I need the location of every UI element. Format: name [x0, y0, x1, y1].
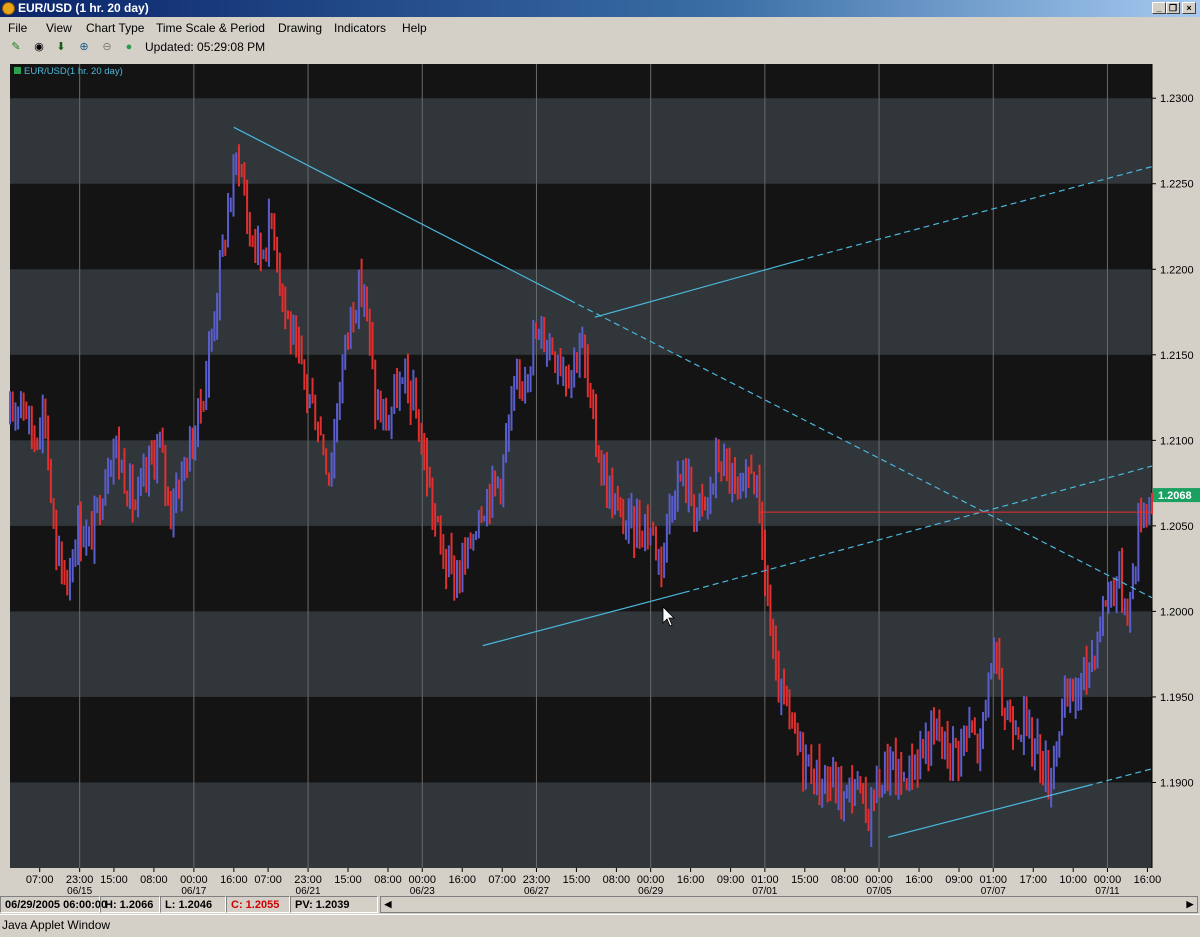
- x-tick-label: 16:00: [1134, 874, 1162, 886]
- status-bar: 06/29/2005 06:00:00 H: 1.2066 L: 1.2046 …: [0, 896, 1200, 914]
- x-tick-label: 08:00: [140, 874, 168, 886]
- x-tick-label: 23:00: [523, 874, 551, 886]
- applet-footer: Java Applet Window: [0, 914, 1200, 937]
- status-pv: PV: 1.2039: [290, 896, 378, 913]
- x-tick-label: 15:00: [563, 874, 591, 886]
- x-tick-label: 00:00: [865, 874, 893, 886]
- price-band: [10, 269, 1152, 355]
- download-arrow-icon[interactable]: ⬇: [53, 40, 69, 54]
- x-tick-label: 00:00: [408, 874, 436, 886]
- x-date-label: 06/15: [67, 886, 92, 896]
- window-title: EUR/USD (1 hr. 20 day): [18, 1, 149, 15]
- y-tick-label: 1.2250: [1160, 179, 1194, 191]
- x-tick-label: 07:00: [26, 874, 54, 886]
- x-tick-label: 00:00: [637, 874, 665, 886]
- x-tick-label: 08:00: [374, 874, 402, 886]
- x-date-label: 07/05: [867, 886, 892, 896]
- horizontal-scrollbar[interactable]: ◀ ▶: [380, 896, 1198, 913]
- x-tick-label: 17:00: [1019, 874, 1047, 886]
- x-tick-label: 15:00: [100, 874, 128, 886]
- x-tick-label: 08:00: [831, 874, 859, 886]
- refresh-dot-icon[interactable]: ●: [121, 40, 137, 54]
- legend-swatch: [14, 67, 21, 74]
- x-tick-label: 01:00: [979, 874, 1007, 886]
- status-low: L: 1.2046: [160, 896, 226, 913]
- x-tick-label: 01:00: [751, 874, 779, 886]
- status-close: C: 1.2055: [226, 896, 290, 913]
- y-tick-label: 1.2100: [1160, 435, 1194, 447]
- x-date-label: 07/07: [981, 886, 1006, 896]
- current-price-label: 1.2068: [1158, 490, 1192, 502]
- zoom-out-icon[interactable]: ⊖: [99, 40, 115, 54]
- y-tick-label: 1.2050: [1160, 521, 1194, 533]
- menu-bar: File View Chart Type Time Scale & Period…: [0, 18, 1200, 38]
- y-tick-label: 1.2300: [1160, 93, 1194, 105]
- scroll-left-icon[interactable]: ◀: [381, 897, 395, 912]
- window-titlebar: EUR/USD (1 hr. 20 day) _ ❐ ×: [0, 0, 1200, 17]
- x-tick-label: 09:00: [945, 874, 973, 886]
- target-icon[interactable]: ◉: [31, 40, 47, 54]
- x-tick-label: 15:00: [791, 874, 819, 886]
- legend-label: EUR/USD(1 hr. 20 day): [24, 66, 123, 77]
- y-tick-label: 1.2000: [1160, 606, 1194, 618]
- x-tick-label: 23:00: [294, 874, 322, 886]
- menu-help[interactable]: Help: [402, 21, 427, 35]
- x-tick-label: 00:00: [1094, 874, 1122, 886]
- restore-button[interactable]: ❐: [1166, 2, 1180, 14]
- price-band: [10, 611, 1152, 697]
- scroll-right-icon[interactable]: ▶: [1183, 897, 1197, 912]
- x-tick-label: 10:00: [1059, 874, 1087, 886]
- x-date-label: 07/01: [752, 886, 777, 896]
- x-date-label: 07/11: [1095, 886, 1120, 896]
- x-tick-label: 07:00: [254, 874, 282, 886]
- trendline-pen-icon[interactable]: ✎: [8, 40, 24, 54]
- updated-time: Updated: 05:29:08 PM: [145, 40, 266, 54]
- menu-drawing[interactable]: Drawing: [278, 21, 322, 35]
- zoom-in-icon[interactable]: ⊕: [76, 40, 92, 54]
- x-tick-label: 15:00: [334, 874, 362, 886]
- x-tick-label: 08:00: [603, 874, 631, 886]
- x-date-label: 06/23: [410, 886, 435, 896]
- close-button[interactable]: ×: [1182, 2, 1196, 14]
- chart-area[interactable]: 1.2300 1.2250 1.2200 1.2150 1.2100 1.2050 1.20…: [0, 56, 1200, 896]
- menu-time-scale[interactable]: Time Scale & Period: [156, 21, 265, 35]
- menu-file[interactable]: File: [8, 21, 27, 35]
- x-tick-label: 09:00: [717, 874, 745, 886]
- minimize-button[interactable]: _: [1152, 2, 1166, 14]
- menu-indicators[interactable]: Indicators: [334, 21, 386, 35]
- price-chart[interactable]: 1.2300 1.2250 1.2200 1.2150 1.2100 1.2050 1.20…: [0, 56, 1200, 896]
- x-tick-label: 23:00: [66, 874, 94, 886]
- x-date-label: 06/27: [524, 886, 549, 896]
- x-tick-label: 16:00: [905, 874, 933, 886]
- price-band: [10, 98, 1152, 184]
- x-date-label: 06/17: [181, 886, 206, 896]
- status-high: H: 1.2066: [100, 896, 160, 913]
- x-tick-label: 16:00: [448, 874, 476, 886]
- x-date-label: 06/29: [638, 886, 663, 896]
- applet-footer-text: Java Applet Window: [2, 918, 111, 932]
- y-tick-label: 1.1950: [1160, 692, 1194, 704]
- x-date-label: 06/21: [296, 886, 321, 896]
- menu-view[interactable]: View: [46, 21, 72, 35]
- app-icon: [2, 2, 15, 15]
- toolbar: ✎ ◉ ⬇ ⊕ ⊖ ● Updated: 05:29:08 PM: [0, 38, 1200, 56]
- x-tick-label: 00:00: [180, 874, 208, 886]
- x-tick-label: 16:00: [677, 874, 705, 886]
- status-datetime: 06/29/2005 06:00:00: [0, 896, 107, 913]
- price-band: [10, 782, 1152, 868]
- menu-chart-type[interactable]: Chart Type: [86, 21, 144, 35]
- x-tick-label: 16:00: [220, 874, 248, 886]
- y-tick-label: 1.1900: [1160, 777, 1194, 789]
- y-tick-label: 1.2150: [1160, 350, 1194, 362]
- x-tick-label: 07:00: [488, 874, 516, 886]
- y-tick-label: 1.2200: [1160, 264, 1194, 276]
